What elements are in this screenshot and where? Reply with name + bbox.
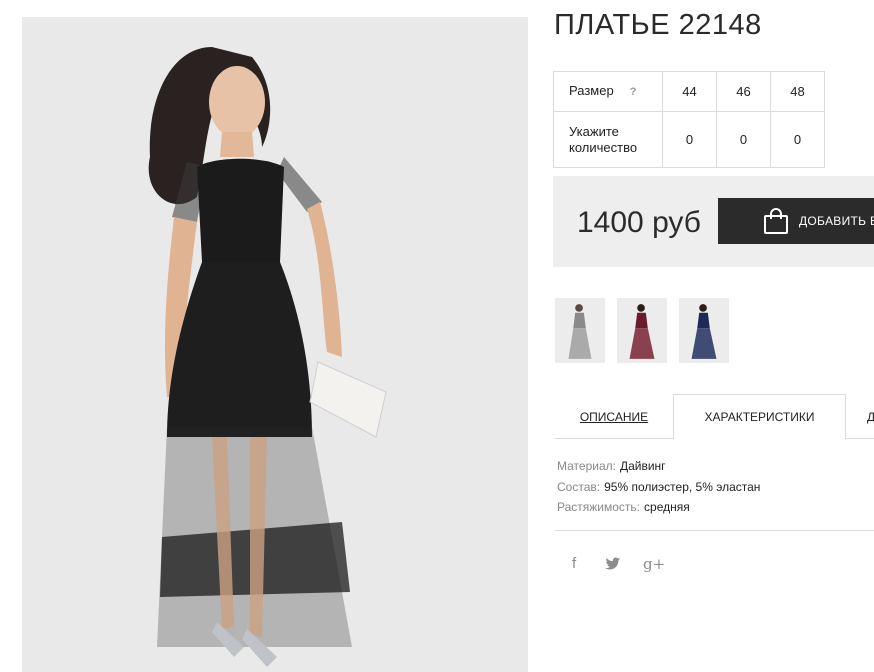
size-48: 48 xyxy=(770,71,825,112)
quantity-input-48[interactable]: 0 xyxy=(770,111,825,168)
quantity-input-46[interactable]: 0 xyxy=(716,111,771,168)
property-value: средняя xyxy=(644,500,690,514)
shopping-bag-icon xyxy=(764,208,788,234)
twitter-bird-icon xyxy=(605,557,621,570)
price: 1400 руб xyxy=(577,206,701,239)
size-row: Размер? 44 46 48 xyxy=(553,71,825,112)
thumbnail-navy[interactable] xyxy=(679,298,729,363)
add-to-cart-label: ДОБАВИТЬ В xyxy=(799,214,874,228)
quantity-label-line1: Укажите xyxy=(569,123,619,139)
dress-thumbnail-burgundy-icon xyxy=(629,304,655,359)
tab-characteristics[interactable]: ХАРАКТЕРИСТИКИ xyxy=(673,394,846,440)
thumbnail-gray[interactable] xyxy=(555,298,605,363)
product-tabs: ОПИСАНИЕ ХАРАКТЕРИСТИКИ Д xyxy=(555,394,874,440)
quantity-row: Укажите количество 0 0 0 xyxy=(553,111,825,168)
thumbnail-burgundy[interactable] xyxy=(617,298,667,363)
price-panel: 1400 руб ДОБАВИТЬ В xyxy=(553,176,874,267)
property-composition: Состав: 95% полиэстер, 5% эластан xyxy=(557,477,760,498)
tab-description[interactable]: ОПИСАНИЕ xyxy=(555,394,673,439)
property-key: Состав: xyxy=(557,479,601,494)
quantity-label-cell: Укажите количество xyxy=(553,111,663,168)
help-icon[interactable]: ? xyxy=(630,84,637,100)
property-value: 95% полиэстер, 5% эластан xyxy=(604,479,761,494)
size-label-cell: Размер? xyxy=(553,71,663,112)
size-label: Размер xyxy=(569,83,614,98)
facebook-icon[interactable]: f xyxy=(572,555,576,577)
property-stretch: Растяжимость: средняя xyxy=(557,497,760,518)
size-44: 44 xyxy=(662,71,717,112)
property-key: Растяжимость: xyxy=(557,500,641,514)
size-46: 46 xyxy=(716,71,771,112)
add-to-cart-button[interactable]: ДОБАВИТЬ В xyxy=(718,198,874,244)
tab-more[interactable]: Д xyxy=(867,394,874,439)
dress-model-image xyxy=(22,17,528,672)
size-table: Размер? 44 46 48 Укажите количество 0 0 … xyxy=(553,71,825,168)
google-plus-icon[interactable]: g+ xyxy=(643,555,665,577)
product-photo[interactable] xyxy=(22,17,528,672)
quantity-label-line2: количество xyxy=(569,139,638,155)
twitter-icon[interactable] xyxy=(605,557,621,579)
product-title: ПЛАТЬЕ 22148 xyxy=(554,9,762,41)
characteristics-list: Материал: Дайвинг Состав: 95% полиэстер, 5… xyxy=(557,456,760,518)
dress-thumbnail-navy-icon xyxy=(691,304,717,359)
quantity-input-44[interactable]: 0 xyxy=(662,111,717,168)
property-material: Материал: Дайвинг xyxy=(557,456,760,477)
property-key: Материал: xyxy=(557,459,616,473)
property-value: Дайвинг xyxy=(619,459,666,473)
divider xyxy=(555,530,874,531)
dress-thumbnail-gray-icon xyxy=(568,304,592,359)
